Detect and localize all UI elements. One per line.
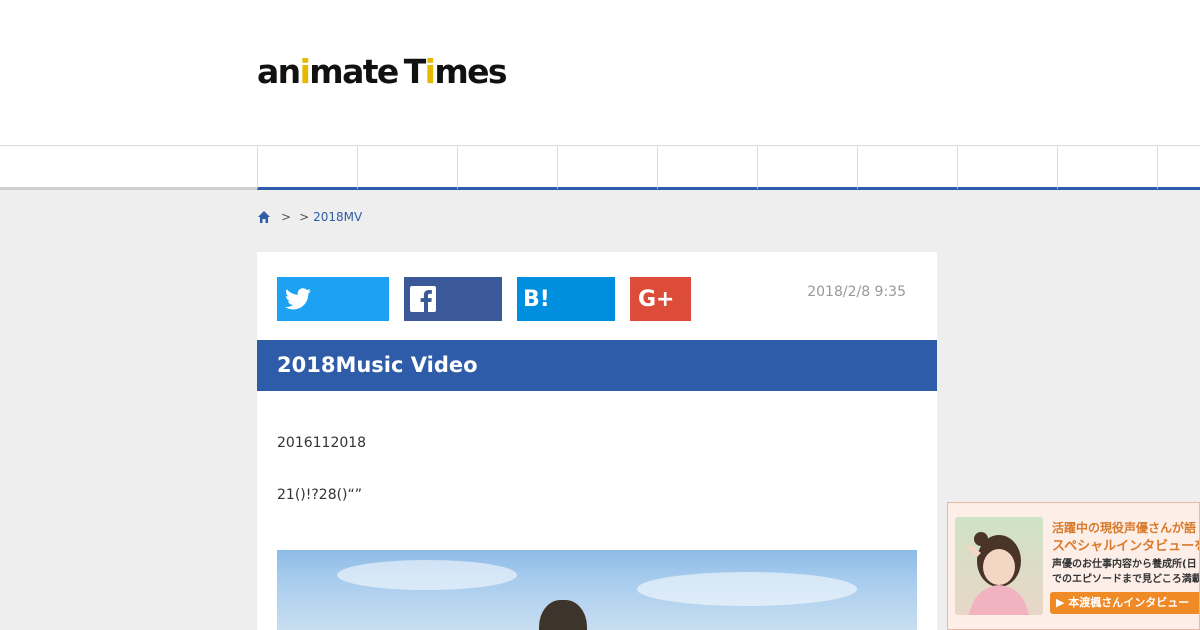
logo-text: mes [434, 52, 507, 91]
logo-text: i [424, 52, 436, 91]
google-plus-icon: G+ [638, 286, 675, 312]
facebook-icon [410, 286, 436, 312]
site-logo[interactable]: animate Times [257, 52, 508, 92]
article-paragraph: 21()!?28()“” [277, 487, 363, 503]
nav-item[interactable] [657, 146, 757, 190]
logo-text: T [403, 52, 427, 91]
article-paragraph: 2016112018 [277, 435, 367, 451]
nav-item[interactable] [1057, 146, 1157, 190]
home-icon[interactable] [257, 210, 271, 224]
nav-item[interactable] [857, 146, 957, 190]
ad-photo [955, 517, 1043, 615]
nav-item[interactable] [557, 146, 657, 190]
hatena-icon: B! [523, 286, 550, 312]
nav-underline [0, 187, 257, 190]
nav-item[interactable] [457, 146, 557, 190]
breadcrumb-separator: > [281, 210, 292, 224]
hatena-bookmark-button[interactable]: B! [517, 277, 615, 321]
breadcrumb-separator: > [299, 210, 310, 224]
facebook-share-button[interactable] [404, 277, 502, 321]
logo-text: i [299, 52, 311, 91]
article-card: B! G+ 2018/2/8 9:35 2018Music Video 2016… [257, 252, 937, 630]
breadcrumb: > > 2018MV [257, 208, 362, 226]
global-nav [0, 145, 1200, 190]
twitter-icon [285, 288, 311, 310]
logo-text: mate [309, 52, 399, 91]
ad-headline: 活躍中の現役声優さんが語 [1052, 521, 1197, 535]
ad-headline: スペシャルインタビューを [1052, 539, 1200, 554]
twitter-share-button[interactable] [277, 277, 389, 321]
nav-item[interactable] [1157, 146, 1200, 190]
nav-item[interactable] [957, 146, 1057, 190]
nav-item[interactable] [757, 146, 857, 190]
logo-text: an [257, 52, 301, 91]
nav-item[interactable] [257, 146, 357, 190]
person-hair [539, 600, 587, 630]
ad-description: 声優のお仕事内容から養成所(日 [1052, 559, 1197, 570]
site-header: animate Times [0, 0, 1200, 145]
publish-date: 2018/2/8 9:35 [807, 284, 906, 300]
sidebar-ad-banner[interactable]: 活躍中の現役声優さんが語 スペシャルインタビューを 声優のお仕事内容から養成所(… [947, 502, 1200, 630]
article-title: 2018Music Video [277, 353, 478, 377]
article-image [277, 550, 917, 630]
google-plus-share-button[interactable]: G+ [630, 277, 691, 321]
ad-description: でのエピソードまで見どころ満載 [1052, 574, 1200, 585]
breadcrumb-current[interactable]: 2018MV [313, 208, 362, 226]
title-bar: 2018Music Video [257, 340, 937, 391]
nav-item[interactable] [357, 146, 457, 190]
ad-interview-button[interactable]: ▶ 本渡楓さんインタビュー [1050, 592, 1199, 614]
